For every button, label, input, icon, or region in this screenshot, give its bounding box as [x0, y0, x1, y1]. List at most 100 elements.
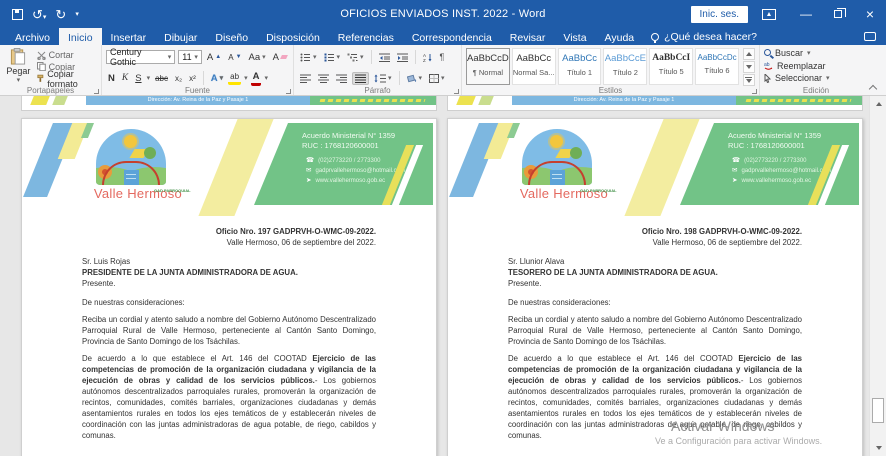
- recipient-name: Sr. Llunior Alava: [508, 256, 802, 267]
- scrollbar-thumb[interactable]: [872, 398, 884, 423]
- previous-page-footer-right: Dirección: Av. Reina de la Paz y Pasaje …: [447, 96, 863, 111]
- website: www.vallehermoso.gob.ec: [741, 176, 811, 186]
- ribbon-display-options-icon[interactable]: [762, 9, 776, 20]
- subscript-button[interactable]: x₂: [173, 73, 184, 84]
- replace-icon: ab: [764, 61, 773, 70]
- justify-button[interactable]: [352, 72, 369, 85]
- numbering-button[interactable]: ▾: [322, 52, 343, 63]
- styles-scroll-up-icon[interactable]: [743, 48, 755, 60]
- select-button[interactable]: Seleccionar ▾: [764, 72, 868, 84]
- redo-icon[interactable]: ↻: [55, 8, 66, 21]
- letter-body[interactable]: Oficio Nro. 197 GADPRVH-O-WMC-09-2022. V…: [22, 216, 436, 456]
- style-normal-sa[interactable]: AaBbCc Normal Sa...: [512, 48, 556, 85]
- multilevel-list-button[interactable]: ▾: [345, 52, 366, 63]
- bullets-button[interactable]: ▾: [298, 52, 319, 63]
- email-address: gadprvallehermoso@hotmail.com: [315, 166, 404, 176]
- highlight-button[interactable]: ab: [228, 71, 241, 85]
- tab-vista[interactable]: Vista: [554, 28, 595, 45]
- style-titulo-1[interactable]: AaBbCc Título 1: [558, 48, 602, 85]
- tab-revisar[interactable]: Revisar: [501, 28, 555, 45]
- tab-dibujar[interactable]: Dibujar: [155, 28, 206, 45]
- customize-qat-icon[interactable]: ▾: [75, 10, 79, 18]
- font-dialog-launcher-icon[interactable]: [286, 89, 291, 94]
- footer-address: Dirección: Av. Reina de la Paz y Pasaje …: [512, 96, 736, 105]
- scroll-up-icon[interactable]: [870, 96, 886, 112]
- shrink-font-button[interactable]: A▼: [226, 52, 243, 63]
- grow-font-button[interactable]: A▲: [205, 51, 223, 64]
- strikethrough-button[interactable]: abc: [153, 73, 170, 84]
- restore-button[interactable]: [822, 0, 854, 28]
- styles-more-icon[interactable]: [743, 74, 755, 86]
- comments-icon[interactable]: [864, 32, 876, 41]
- cut-label: Cortar: [49, 50, 74, 60]
- tree-icon: [144, 147, 156, 159]
- tab-ayuda[interactable]: Ayuda: [596, 28, 644, 45]
- save-icon[interactable]: [12, 9, 23, 20]
- style-normal[interactable]: AaBbCcD ¶ Normal: [466, 48, 510, 85]
- align-left-button[interactable]: [298, 73, 313, 84]
- collapse-ribbon-icon[interactable]: [870, 84, 877, 91]
- styles-scroll-down-icon[interactable]: [743, 61, 755, 73]
- bold-button[interactable]: N: [106, 72, 117, 85]
- sign-in-button[interactable]: Inic. ses.: [691, 6, 748, 23]
- increase-indent-button[interactable]: [395, 52, 410, 63]
- minimize-button[interactable]: —: [790, 0, 822, 28]
- style-titulo-5[interactable]: AaBbCcI Título 5: [649, 48, 693, 85]
- line-spacing-button[interactable]: ▾: [372, 73, 394, 84]
- clipboard-group-label: Portapapeles: [0, 86, 101, 95]
- letter-body[interactable]: Oficio Nro. 198 GADPRVH-O-WMC-09-2022. V…: [448, 216, 862, 456]
- oficio-date: Valle Hermoso, 06 de septiembre del 2022…: [508, 237, 802, 248]
- tab-correspondencia[interactable]: Correspondencia: [403, 28, 501, 45]
- acuerdo-ministerial: Acuerdo Ministerial N° 1359: [728, 131, 821, 141]
- document-page-2[interactable]: Acuerdo Ministerial N° 1359 RUC : 176812…: [447, 118, 863, 456]
- align-center-button[interactable]: [316, 73, 331, 84]
- vertical-scrollbar[interactable]: [869, 96, 886, 456]
- paste-button[interactable]: Pegar ▾: [4, 48, 33, 84]
- recipient-title: TESORERO DE LA JUNTA ADMINISTRADORA DE A…: [508, 267, 802, 278]
- font-color-button[interactable]: A: [251, 70, 262, 86]
- font-size-value: 11: [182, 52, 191, 62]
- show-paragraph-marks-button[interactable]: ¶: [438, 51, 447, 63]
- tell-me-box[interactable]: ¿Qué desea hacer?: [651, 28, 757, 45]
- find-button[interactable]: Buscar ▾: [764, 47, 868, 59]
- tab-diseno[interactable]: Diseño: [206, 28, 257, 45]
- style-titulo-2[interactable]: AaBbCcE Título 2: [603, 48, 647, 85]
- italic-button[interactable]: K: [120, 72, 130, 84]
- scroll-down-icon[interactable]: [870, 440, 886, 456]
- tab-insertar[interactable]: Insertar: [102, 28, 156, 45]
- borders-button[interactable]: ▾: [427, 73, 447, 84]
- sort-button[interactable]: AZ: [421, 52, 435, 63]
- tab-archivo[interactable]: Archivo: [6, 28, 59, 45]
- clear-formatting-button[interactable]: A: [271, 51, 289, 64]
- text-effects-button[interactable]: A▾: [209, 72, 225, 85]
- font-family-combobox[interactable]: Century Gothic▾: [106, 50, 175, 64]
- ribbon-tab-row: Archivo Inicio Insertar Dibujar Diseño D…: [0, 28, 886, 45]
- align-right-button[interactable]: [334, 73, 349, 84]
- footer-slogan-band: [736, 96, 863, 105]
- tab-disposicion[interactable]: Disposición: [257, 28, 329, 45]
- tab-referencias[interactable]: Referencias: [329, 28, 403, 45]
- logo-emblem: [522, 129, 592, 185]
- undo-icon[interactable]: ↺▾: [32, 8, 46, 21]
- valle-hermoso-logo: Valle Hermoso GAD PARROQUIAL: [92, 129, 170, 191]
- valle-hermoso-logo: Valle Hermoso GAD PARROQUIAL: [518, 129, 596, 191]
- letter-paragraph-2: De acuerdo a lo que establece el Art. 14…: [82, 353, 376, 441]
- cut-button[interactable]: Cortar: [37, 50, 97, 61]
- paragraph-group-label: Párrafo: [294, 86, 461, 95]
- superscript-button[interactable]: x²: [187, 73, 198, 84]
- styles-dialog-launcher-icon[interactable]: [752, 89, 757, 94]
- tab-inicio[interactable]: Inicio: [59, 28, 102, 45]
- font-size-combobox[interactable]: 11▾: [178, 50, 202, 64]
- change-case-button[interactable]: Aa▾: [247, 51, 268, 64]
- shading-button[interactable]: ▾: [405, 73, 425, 84]
- clipboard-dialog-launcher-icon[interactable]: [94, 89, 99, 94]
- underline-button[interactable]: S: [133, 72, 143, 85]
- document-page-1[interactable]: Acuerdo Ministerial N° 1359 RUC : 176812…: [21, 118, 437, 456]
- style-titulo-6[interactable]: AaBbCcDc Título 6: [695, 48, 739, 85]
- decrease-indent-button[interactable]: [377, 52, 392, 63]
- close-button[interactable]: ×: [854, 0, 886, 28]
- paragraph-dialog-launcher-icon[interactable]: [454, 89, 459, 94]
- format-painter-button[interactable]: Copiar formato: [37, 73, 97, 84]
- recipient-salutation: Presente.: [508, 278, 802, 289]
- replace-button[interactable]: ab Reemplazar: [764, 60, 868, 72]
